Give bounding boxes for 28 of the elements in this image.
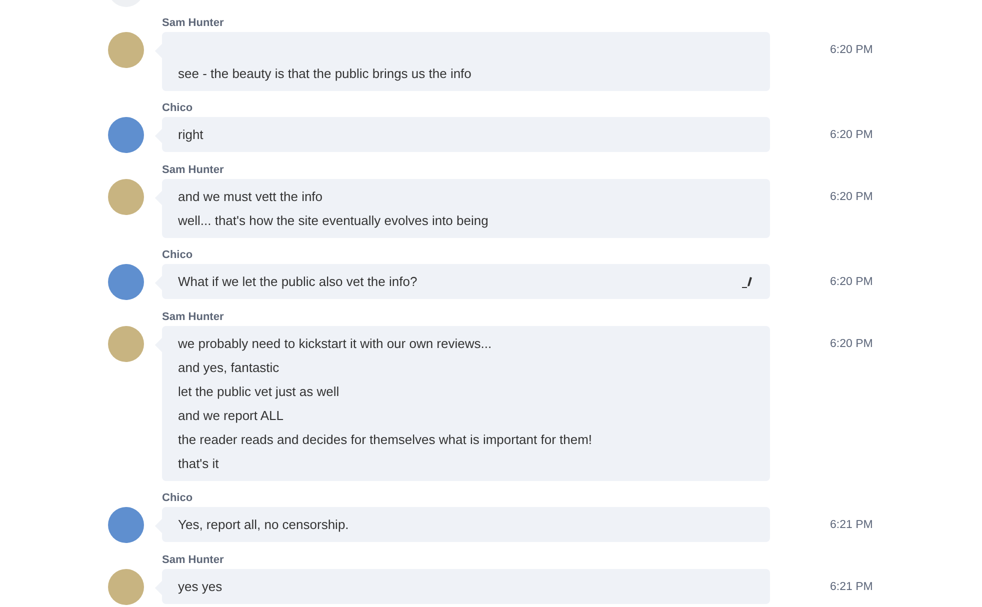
message-time: 6:21 PM	[830, 581, 873, 593]
message-time: 6:21 PM	[830, 519, 873, 531]
message-time: 6:20 PM	[830, 338, 873, 350]
message-time: 6:20 PM	[830, 129, 873, 141]
message-time: 6:20 PM	[830, 276, 873, 288]
message-text: and yes, fantastic	[178, 359, 280, 377]
sender-name: Sam Hunter	[162, 16, 225, 31]
message-time: 6:20 PM	[830, 191, 873, 203]
message-text: the reader reads and decides for themselves what is important for them!	[178, 431, 594, 449]
sender-name: Sam Hunter	[162, 553, 225, 568]
sender-name: Chico	[162, 101, 194, 116]
message-text: and we must vett the info	[178, 188, 324, 206]
pencil-icon	[742, 276, 754, 288]
message-text: What if we let the public also vet the info?	[178, 273, 418, 291]
message-text: see - the beauty is that the public brings us the info	[178, 65, 472, 83]
message-text: that's it	[178, 455, 220, 473]
message-text: Yes, report all, no censorship.	[178, 516, 350, 534]
sender-name: Sam Hunter	[162, 310, 225, 325]
sender-name: Sam Hunter	[162, 163, 225, 178]
message-text: yes yes	[178, 578, 224, 596]
sender-name: Chico	[162, 248, 194, 263]
message-text: and we report ALL	[178, 407, 285, 425]
message-text: right	[178, 126, 204, 144]
message-text: let the public vet just as well	[178, 383, 340, 401]
message-text: well... that's how the site eventually evolves into being	[178, 212, 490, 230]
sender-name: Chico	[162, 491, 194, 506]
message-time: 6:20 PM	[830, 44, 873, 56]
message-text: we probably need to kickstart it with our own reviews...	[178, 335, 493, 353]
